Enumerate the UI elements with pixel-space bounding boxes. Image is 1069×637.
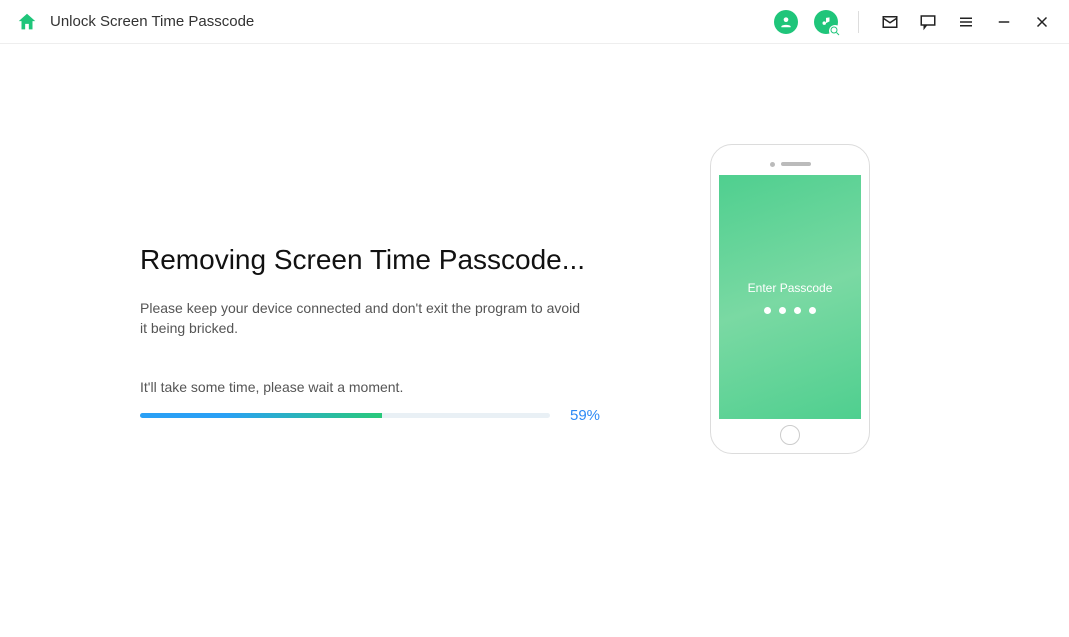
passcode-dot-icon: [809, 307, 816, 314]
speaker-icon: [781, 162, 811, 166]
warning-text: Please keep your device connected and do…: [140, 298, 590, 339]
page-title: Unlock Screen Time Passcode: [50, 13, 254, 30]
main-content: Removing Screen Time Passcode... Please …: [0, 44, 1069, 454]
phone-screen: Enter Passcode: [719, 175, 861, 419]
passcode-dots: [764, 307, 816, 314]
camera-dot-icon: [770, 162, 775, 167]
main-heading: Removing Screen Time Passcode...: [140, 244, 600, 276]
phone-screen-text: Enter Passcode: [748, 281, 833, 295]
progress-percent-label: 59%: [570, 407, 600, 424]
progress-fill: [140, 413, 382, 418]
passcode-dot-icon: [779, 307, 786, 314]
music-search-icon[interactable]: [814, 10, 838, 34]
feedback-icon[interactable]: [917, 11, 939, 33]
home-icon[interactable]: [16, 11, 38, 33]
menu-icon[interactable]: [955, 11, 977, 33]
separator: [858, 11, 859, 33]
minimize-icon[interactable]: [993, 11, 1015, 33]
header-right: [774, 10, 1053, 34]
passcode-dot-icon: [764, 307, 771, 314]
device-illustration: Enter Passcode: [710, 144, 870, 454]
progress-row: 59%: [140, 407, 600, 424]
progress-bar: [140, 413, 550, 418]
account-icon[interactable]: [774, 10, 798, 34]
home-button-icon: [780, 425, 800, 445]
header-left: Unlock Screen Time Passcode: [16, 11, 254, 33]
mail-icon[interactable]: [879, 11, 901, 33]
phone-frame: Enter Passcode: [710, 144, 870, 454]
header: Unlock Screen Time Passcode: [0, 0, 1069, 44]
progress-panel: Removing Screen Time Passcode... Please …: [140, 144, 600, 424]
close-icon[interactable]: [1031, 11, 1053, 33]
phone-top: [719, 153, 861, 175]
wait-text: It'll take some time, please wait a mome…: [140, 379, 600, 395]
passcode-dot-icon: [794, 307, 801, 314]
